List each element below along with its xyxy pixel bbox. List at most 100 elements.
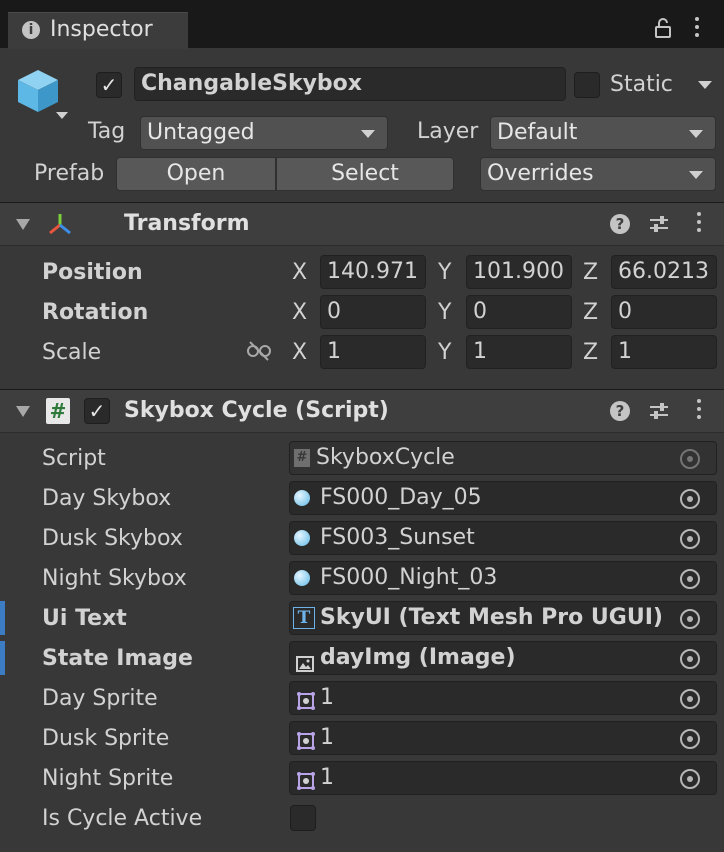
state-image-field[interactable]: dayImg (Image) — [289, 641, 717, 675]
kebab-menu-icon[interactable] — [695, 17, 699, 41]
foldout-arrow-icon[interactable] — [16, 406, 30, 417]
skybox-cycle-header[interactable]: # ✓ Skybox Cycle (Script) ? — [0, 389, 724, 433]
sprite-icon — [296, 769, 316, 790]
is-cycle-active-checkbox[interactable] — [290, 805, 316, 831]
overrides-label: Overrides — [487, 161, 594, 186]
chevron-down-icon — [689, 171, 703, 179]
help-icon[interactable]: ? — [610, 401, 630, 421]
component-title: Skybox Cycle (Script) — [124, 398, 389, 423]
chevron-down-icon — [361, 130, 375, 138]
cube-icon[interactable] — [16, 68, 60, 114]
dusk-sprite-field[interactable]: 1 — [289, 721, 717, 755]
dusk-sprite-value: 1 — [320, 725, 334, 750]
night-sprite-field[interactable]: 1 — [289, 761, 717, 795]
sprite-icon — [296, 689, 316, 710]
lock-icon[interactable] — [655, 18, 671, 38]
rotation-label[interactable]: Rotation — [42, 300, 148, 325]
position-x-field[interactable]: 140.971 — [320, 255, 426, 289]
transform-title: Transform — [124, 211, 250, 236]
icon-dropdown-caret[interactable] — [56, 112, 68, 119]
night-skybox-value: FS000_Night_03 — [320, 565, 498, 590]
field-label-ui-text: Ui Text — [42, 606, 127, 631]
scale-label[interactable]: Scale — [42, 340, 101, 365]
field-label-is-cycle-active: Is Cycle Active — [42, 806, 203, 831]
active-checkbox[interactable]: ✓ — [96, 72, 122, 98]
static-label[interactable]: Static — [610, 72, 673, 97]
day-sprite-value: 1 — [320, 685, 334, 710]
script-reference-field: # SkyboxCycle — [289, 441, 717, 475]
gameobject-name-field[interactable]: ChangableSkybox — [134, 67, 566, 101]
state-image-value: dayImg (Image) — [320, 645, 516, 670]
ui-text-field[interactable]: T SkyUI (Text Mesh Pro UGUI) — [289, 601, 717, 635]
rotation-z-axis[interactable]: Z — [583, 300, 598, 325]
position-y-field[interactable]: 101.900 — [466, 255, 572, 289]
transform-axes-icon — [46, 211, 74, 237]
object-picker-icon[interactable] — [680, 609, 700, 629]
script-value: SkyboxCycle — [316, 445, 455, 470]
object-picker-icon[interactable] — [680, 489, 700, 509]
transform-header[interactable]: Transform ? — [0, 202, 724, 246]
object-picker-icon[interactable] — [680, 569, 700, 589]
ui-text-value: SkyUI (Text Mesh Pro UGUI) — [320, 605, 663, 630]
static-checkbox[interactable] — [574, 72, 600, 98]
scale-x-axis[interactable]: X — [292, 340, 307, 365]
position-y-axis[interactable]: Y — [438, 260, 451, 285]
static-dropdown-caret[interactable] — [698, 81, 712, 89]
position-x-axis[interactable]: X — [292, 260, 307, 285]
scale-x-field[interactable]: 1 — [320, 335, 426, 369]
prefab-overrides-dropdown[interactable]: Overrides — [480, 157, 716, 191]
material-sphere-icon — [294, 490, 310, 506]
component-enabled-checkbox[interactable]: ✓ — [84, 398, 110, 424]
scale-z-axis[interactable]: Z — [583, 340, 598, 365]
text-mesh-icon: T — [293, 607, 315, 629]
foldout-arrow-icon[interactable] — [16, 219, 30, 230]
tag-value: Untagged — [147, 120, 255, 145]
position-z-axis[interactable]: Z — [583, 260, 598, 285]
field-label-day-skybox: Day Skybox — [42, 486, 172, 511]
day-sprite-field[interactable]: 1 — [289, 681, 717, 715]
scale-z-field[interactable]: 1 — [611, 335, 717, 369]
object-picker-icon[interactable] — [680, 769, 700, 789]
day-skybox-value: FS000_Day_05 — [320, 485, 482, 510]
info-icon: i — [22, 21, 40, 39]
presets-sliders-icon[interactable] — [648, 213, 670, 235]
day-skybox-field[interactable]: FS000_Day_05 — [289, 481, 717, 515]
rotation-z-field[interactable]: 0 — [611, 295, 717, 329]
rotation-y-field[interactable]: 0 — [466, 295, 572, 329]
material-sphere-icon — [294, 570, 310, 586]
help-icon[interactable]: ? — [610, 214, 630, 234]
field-label-dusk-sprite: Dusk Sprite — [42, 726, 170, 751]
object-picker-icon[interactable] — [680, 729, 700, 749]
prefab-label: Prefab — [34, 161, 105, 186]
constrain-proportions-icon[interactable] — [246, 340, 272, 362]
kebab-menu-icon[interactable] — [697, 212, 701, 236]
tab-title: Inspector — [50, 17, 153, 42]
position-label[interactable]: Position — [42, 260, 143, 285]
rotation-x-axis[interactable]: X — [292, 300, 307, 325]
layer-dropdown[interactable]: Default — [490, 116, 716, 150]
override-indicator — [0, 641, 5, 675]
prefab-select-button[interactable]: Select — [276, 157, 454, 191]
field-label-state-image: State Image — [42, 646, 193, 671]
script-hash-icon: # — [46, 398, 70, 424]
presets-sliders-icon[interactable] — [648, 400, 670, 422]
position-z-field[interactable]: 66.0213 — [611, 255, 717, 289]
chevron-down-icon — [689, 130, 703, 138]
object-picker-icon[interactable] — [680, 529, 700, 549]
night-skybox-field[interactable]: FS000_Night_03 — [289, 561, 717, 595]
rotation-x-field[interactable]: 0 — [320, 295, 426, 329]
kebab-menu-icon[interactable] — [697, 399, 701, 423]
prefab-open-button[interactable]: Open — [116, 157, 276, 191]
sprite-icon — [296, 729, 316, 750]
object-picker-icon[interactable] — [680, 649, 700, 669]
layer-value: Default — [497, 120, 578, 145]
scale-y-axis[interactable]: Y — [438, 340, 451, 365]
scale-y-field[interactable]: 1 — [466, 335, 572, 369]
override-indicator — [0, 601, 5, 635]
object-picker-icon[interactable] — [680, 689, 700, 709]
rotation-y-axis[interactable]: Y — [438, 300, 451, 325]
script-hash-icon: # — [294, 449, 310, 467]
tag-dropdown[interactable]: Untagged — [140, 116, 388, 150]
dusk-skybox-field[interactable]: FS003_Sunset — [289, 521, 717, 555]
tab-inspector[interactable]: i Inspector — [8, 12, 188, 49]
